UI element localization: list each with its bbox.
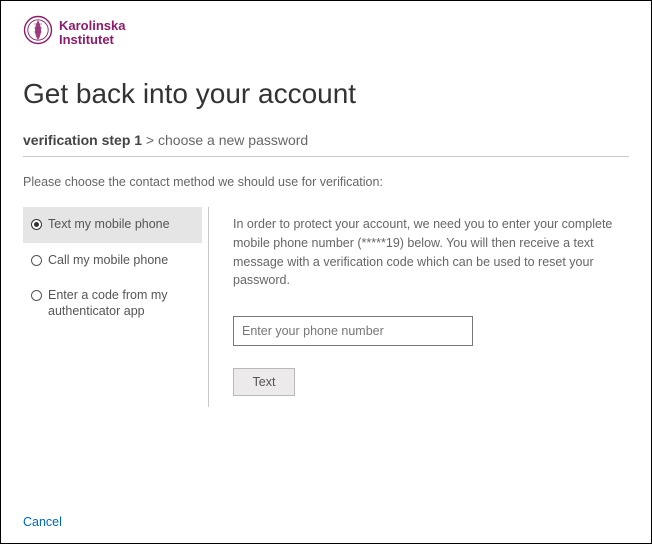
method-label: Text my mobile phone — [48, 217, 170, 233]
phone-number-input[interactable] — [233, 316, 473, 346]
page-title: Get back into your account — [23, 78, 629, 110]
method-auth-app[interactable]: Enter a code from my authenticator app — [23, 278, 202, 329]
page: Karolinska Institutet Get back into your… — [0, 0, 652, 544]
step-next: choose a new password — [158, 132, 308, 148]
radio-icon — [31, 219, 42, 230]
prompt-text: Please choose the contact method we shou… — [23, 175, 629, 189]
method-label: Call my mobile phone — [48, 253, 168, 269]
brand: Karolinska Institutet — [23, 15, 629, 50]
step-separator: > — [142, 132, 158, 148]
cancel-link[interactable]: Cancel — [23, 515, 62, 529]
brand-text: Karolinska Institutet — [59, 19, 125, 46]
brand-logo-icon — [23, 15, 53, 50]
content-body: Text my mobile phone Call my mobile phon… — [23, 207, 629, 407]
brand-line1: Karolinska — [59, 19, 125, 33]
instruction-text: In order to protect your account, we nee… — [233, 215, 625, 290]
breadcrumb: verification step 1 > choose a new passw… — [23, 132, 629, 157]
method-call-phone[interactable]: Call my mobile phone — [23, 243, 202, 279]
method-list: Text my mobile phone Call my mobile phon… — [23, 207, 209, 407]
method-text-phone[interactable]: Text my mobile phone — [23, 207, 202, 243]
text-button[interactable]: Text — [233, 368, 295, 396]
radio-icon — [31, 255, 42, 266]
radio-icon — [31, 290, 42, 301]
brand-line2: Institutet — [59, 33, 125, 47]
method-label: Enter a code from my authenticator app — [48, 288, 194, 319]
step-current: verification step 1 — [23, 132, 142, 148]
method-detail: In order to protect your account, we nee… — [209, 207, 629, 407]
